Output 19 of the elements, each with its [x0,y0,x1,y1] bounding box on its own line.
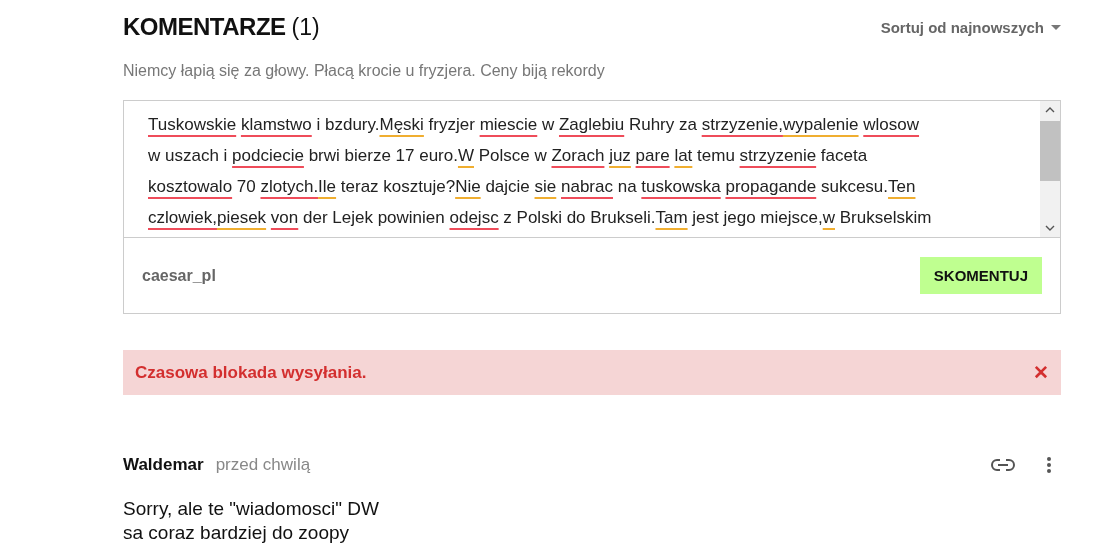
comment-author: Waldemar [123,455,204,475]
comment-input-field[interactable]: Tuskowskie klamstwo i bzdury.Męski fryzjer miescie w Zaglebiu Ruhry za strzyzenie,wypalenie wlosow w uszach i podciecie brwi bierze 17 euro.W Polsce w Zorach juz pare lat temu strzyzenie faceta kosztowalo 70 zlotych.Ile teraz kosztuje?Nie dajcie sie nabrac na tuskowska propagande sukcesu.Ten czlowiek,piesek von der Lejek powinien odejsc z Polski do Brukseli.Tam jest jego miejsce,w Brukselskim [124,101,1040,237]
comment-time: przed chwilą [215,455,311,475]
scrollbar[interactable] [1040,101,1060,237]
comment-text: Sorry, ale te "wiadomosci" DW [123,497,380,521]
comment-count: (1) [291,14,320,41]
sort-dropdown[interactable]: Sortuj od najnowszych [880,18,1061,36]
more-options-icon[interactable] [1047,457,1051,473]
article-title: Niemcy łapią się za głowy. Płacą krocie u fryzjera. Ceny biją rekordy [123,62,606,80]
comment-text: sa coraz bardziej do zoopy [123,521,350,545]
submit-button[interactable]: SKOMENTUJ [919,257,1042,294]
close-button[interactable]: ✕ [1033,361,1049,384]
caret-icon [1051,24,1061,30]
username: caesar_pl [142,266,216,285]
section-title: KOMENTARZE [123,13,286,41]
alert-message: Czasowa blokada wysyłania. [135,362,367,383]
link-icon[interactable] [991,459,1015,471]
scroll-down-icon[interactable] [1045,225,1055,231]
scroll-up-icon[interactable] [1045,107,1055,113]
